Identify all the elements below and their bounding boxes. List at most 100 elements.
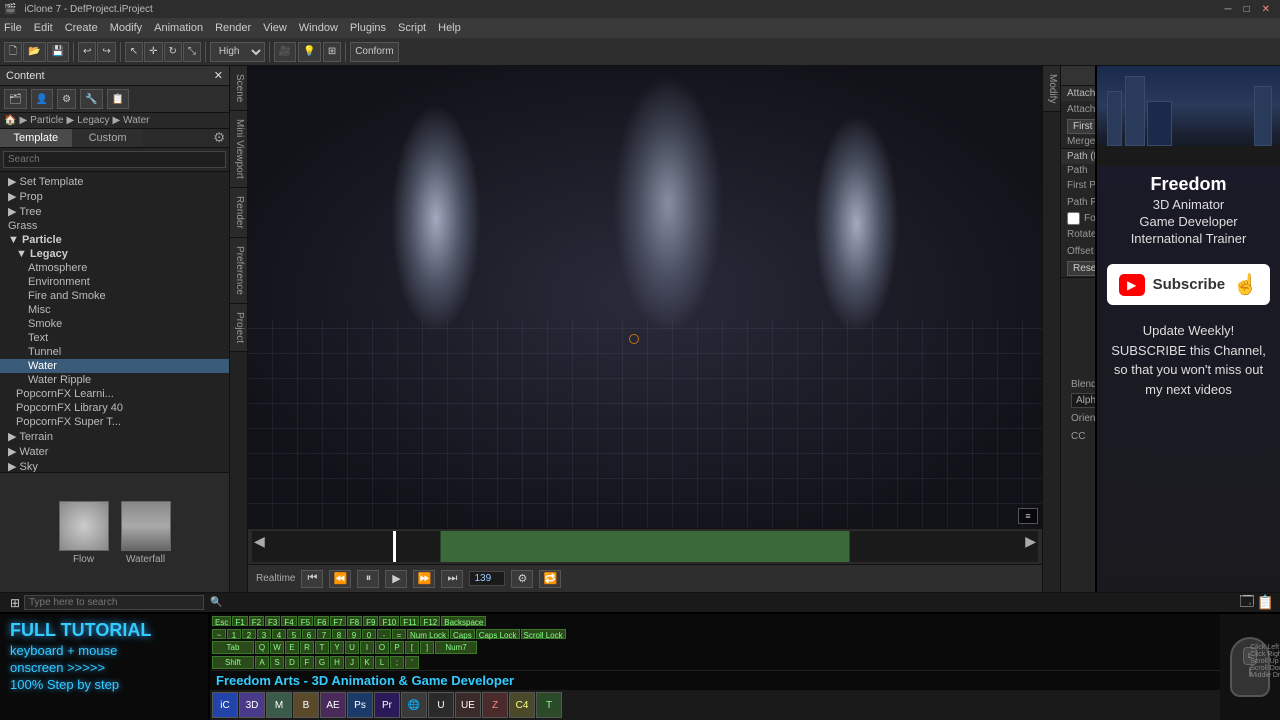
follow-terrain-check[interactable] [1067,212,1080,225]
tree-terrain[interactable]: ▶ Terrain [0,429,229,444]
search-status-input[interactable] [24,595,204,610]
tab-template[interactable]: Template [0,129,72,147]
menu-help[interactable]: Help [438,22,461,34]
tree-water-ripple[interactable]: Water Ripple [0,373,229,387]
menu-plugins[interactable]: Plugins [350,22,386,34]
btn-prev-frame[interactable]: ⏪ [329,570,351,588]
btn-pause[interactable]: ⏸ [357,570,379,588]
toolbar-rotate[interactable]: ↻ [164,42,182,62]
conform-btn[interactable]: Conform [350,42,398,62]
tree-popcornfx-learn[interactable]: PopcornFX Learni... [0,387,229,401]
template-settings[interactable]: ⚙ [209,129,229,147]
content-icon-3[interactable]: ⚙ [57,89,76,109]
app-icon-unreal[interactable]: UE [455,692,481,718]
breadcrumb-particle[interactable]: Particle [30,115,63,126]
min-btn[interactable]: ─ [1218,4,1237,15]
viewport-canvas[interactable]: ≡ [248,66,1042,528]
app-icon-extra1[interactable]: T [536,692,562,718]
menu-file[interactable]: File [4,22,22,34]
tree-atmosphere[interactable]: Atmosphere [0,261,229,275]
btn-next-frame[interactable]: ⏩ [413,570,435,588]
menu-animation[interactable]: Animation [154,22,203,34]
app-icon-ae[interactable]: AE [320,692,346,718]
app-icon-c4d[interactable]: C4 [509,692,535,718]
max-btn[interactable]: □ [1238,4,1256,15]
menu-window[interactable]: Window [299,22,338,34]
breadcrumb-water[interactable]: Water [123,115,149,126]
content-icon-5[interactable]: 📋 [107,89,129,109]
tab-scene[interactable]: Scene [230,66,247,111]
taskbar-icon-1[interactable]: 🗔 [1239,591,1254,615]
close-btn[interactable]: ✕ [1256,4,1276,15]
tree-set-template[interactable]: ▶ Set Template [0,174,229,189]
tree-sky[interactable]: ▶ Sky [0,459,229,472]
tab-modify[interactable]: Modify [1043,66,1060,112]
btn-settings[interactable]: ⚙ [511,570,533,588]
tree-grass[interactable]: Grass [0,219,229,233]
toolbar-open[interactable]: 📂 [23,42,45,62]
menu-create[interactable]: Create [65,22,98,34]
timeline-playhead[interactable] [393,531,396,562]
app-icon-3ds[interactable]: 3D [239,692,265,718]
tree-misc[interactable]: Misc [0,303,229,317]
light-btn[interactable]: 💡 [298,42,320,62]
menu-render[interactable]: Render [215,22,251,34]
app-icon-zbrush[interactable]: Z [482,692,508,718]
menu-script[interactable]: Script [398,22,426,34]
tree-water[interactable]: Water [0,359,229,373]
tab-preference[interactable]: Preference [230,238,247,304]
app-icon-chrome[interactable]: 🌐 [401,692,427,718]
content-close[interactable]: ✕ [214,69,223,82]
toolbar-save[interactable]: 💾 [47,42,69,62]
tree-text[interactable]: Text [0,331,229,345]
app-icon-ps[interactable]: Ps [347,692,373,718]
tab-project[interactable]: Project [230,304,247,352]
toolbar-new[interactable]: 🗋 [4,42,22,62]
menu-modify[interactable]: Modify [110,22,142,34]
app-icon-unity[interactable]: U [428,692,454,718]
tree-tree[interactable]: ▶ Tree [0,204,229,219]
toolbar-move[interactable]: ✛ [144,42,162,62]
btn-loop[interactable]: 🔁 [539,570,561,588]
tree-popcornfx-super[interactable]: PopcornFX Super T... [0,415,229,429]
taskbar-icon-2[interactable]: 📋 [1257,594,1274,611]
viewport-corner-btn[interactable]: ≡ [1018,508,1038,524]
btn-play[interactable]: ▶ [385,570,407,588]
tree-particle[interactable]: ▼ Particle [0,233,229,247]
thumb-flow[interactable]: Flow [59,501,109,565]
tree-legacy[interactable]: ▼ Legacy [0,247,229,261]
content-icon-1[interactable]: 🗂 [4,89,27,109]
menu-edit[interactable]: Edit [34,22,53,34]
quality-select[interactable]: HighMediumLow [210,42,265,62]
content-icon-2[interactable]: 👤 [31,89,53,109]
tree-smoke[interactable]: Smoke [0,317,229,331]
tree-popcornfx-lib[interactable]: PopcornFX Library 40 [0,401,229,415]
thumb-waterfall[interactable]: Waterfall [121,501,171,565]
toolbar-scale[interactable]: ⤡ [183,42,201,62]
btn-go-start[interactable]: ⏮ [301,570,323,588]
tree-fire-smoke[interactable]: Fire and Smoke [0,289,229,303]
content-icon-4[interactable]: 🔧 [80,89,102,109]
breadcrumb-home[interactable]: 🏠 [4,115,16,126]
app-icon-iclone[interactable]: iC [212,692,238,718]
frame-input[interactable] [469,571,505,586]
camera-btn[interactable]: 🎥 [274,42,296,62]
toolbar-redo[interactable]: ↪ [97,42,115,62]
tab-custom[interactable]: Custom [72,129,144,147]
app-icon-pr[interactable]: Pr [374,692,400,718]
tree-tunnel[interactable]: Tunnel [0,345,229,359]
toolbar-select[interactable]: ↖ [125,42,143,62]
tab-mini-viewport[interactable]: Mini Viewport [230,111,247,188]
btn-go-end[interactable]: ⏭ [441,570,463,588]
timeline-bar[interactable]: ◀ ▶ [252,531,1038,562]
grid-btn[interactable]: ⊞ [323,42,341,62]
tree-environment[interactable]: Environment [0,275,229,289]
yt-subscribe-btn[interactable]: Subscribe ☝ [1107,264,1270,305]
app-icon-blender[interactable]: B [293,692,319,718]
menu-view[interactable]: View [263,22,287,34]
search-input[interactable] [3,151,226,168]
toolbar-undo[interactable]: ↩ [78,42,96,62]
tree-prop[interactable]: ▶ Prop [0,189,229,204]
app-icon-maya[interactable]: M [266,692,292,718]
tab-render[interactable]: Render [230,188,247,238]
